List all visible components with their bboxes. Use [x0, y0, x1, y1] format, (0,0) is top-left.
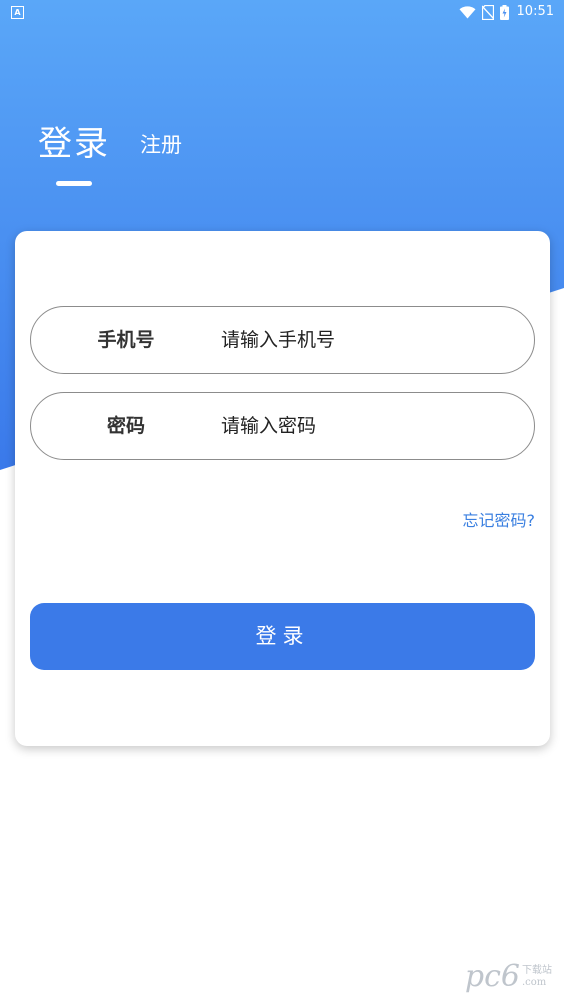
no-sim-icon: [481, 4, 494, 20]
watermark-side-top: 下载站: [522, 965, 552, 976]
active-tab-indicator: [56, 181, 92, 186]
password-label: 密码: [106, 415, 145, 437]
password-input[interactable]: [221, 393, 511, 459]
tab-register[interactable]: 注册: [140, 131, 182, 159]
forgot-password-link[interactable]: 忘记密码?: [463, 510, 536, 532]
watermark-logo: pc6 下载站 .com: [465, 962, 552, 992]
phone-input[interactable]: [221, 307, 511, 373]
watermark-side: 下载站 .com: [522, 965, 552, 989]
status-time: 10:51: [516, 4, 554, 19]
status-bar: A 10:51: [0, 0, 564, 24]
app-notification-icon: A: [11, 6, 24, 19]
wifi-icon: [459, 5, 476, 18]
battery-charging-icon: [499, 4, 509, 20]
status-icons: 10:51: [459, 3, 554, 21]
password-field: 密码: [30, 392, 535, 460]
login-button[interactable]: 登录: [30, 603, 535, 670]
watermark-main: pc6: [464, 959, 520, 994]
phone-label: 手机号: [97, 329, 155, 351]
watermark-side-bottom: .com: [522, 977, 547, 988]
login-card: 手机号 密码 忘记密码? 登录: [15, 231, 550, 746]
phone-field: 手机号: [30, 306, 535, 374]
tab-login[interactable]: 登录: [38, 122, 110, 166]
